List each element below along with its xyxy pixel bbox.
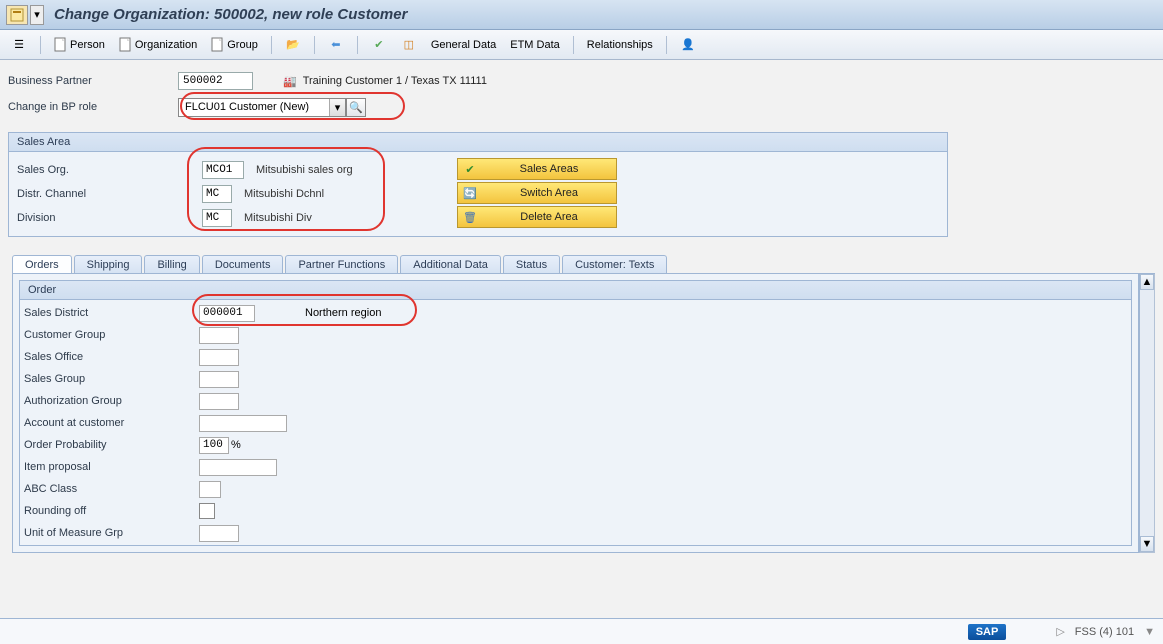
- role-dropdown[interactable]: FLCU01 Customer (New) ▾: [178, 98, 346, 117]
- rounding-off-checkbox[interactable]: [199, 503, 215, 519]
- sales-office-label: Sales Office: [24, 351, 199, 363]
- account-customer-label: Account at customer: [24, 417, 199, 429]
- rounding-off-label: Rounding off: [24, 505, 199, 517]
- role-label: Change in BP role: [8, 101, 178, 113]
- order-prob-label: Order Probability: [24, 439, 199, 451]
- division-desc: Mitsubishi Div: [244, 212, 434, 224]
- distr-channel-desc: Mitsubishi Dchnl: [244, 188, 434, 200]
- app-menu-dropdown[interactable]: ▾: [30, 5, 44, 25]
- tab-orders[interactable]: Orders: [12, 255, 72, 273]
- abc-class-label: ABC Class: [24, 483, 199, 495]
- where-used-button[interactable]: 👤: [675, 34, 701, 56]
- relationships-button[interactable]: Relationships: [582, 34, 658, 56]
- person-button[interactable]: Person: [49, 34, 110, 56]
- relationships-label: Relationships: [587, 39, 653, 51]
- scroll-down-button[interactable]: ▼: [1140, 536, 1154, 552]
- sales-office-input[interactable]: [199, 349, 239, 366]
- trash-icon: 🗑: [462, 211, 478, 224]
- factory-icon: 🏭: [283, 75, 297, 88]
- app-toolbar: ☰ Person Organization Group 📂 ⬅ ✔ ◫ Gene…: [0, 30, 1163, 60]
- account-customer-input[interactable]: [199, 415, 287, 432]
- nav-first-icon[interactable]: ▷: [1056, 625, 1064, 638]
- bp-input[interactable]: [178, 72, 253, 90]
- sales-areas-button[interactable]: ✔ Sales Areas: [457, 158, 617, 180]
- sales-area-group: Sales Area Sales Org. Mitsubishi sales o…: [8, 132, 948, 237]
- division-code[interactable]: [202, 209, 232, 227]
- group-label: Group: [227, 39, 258, 51]
- tab-additional-data[interactable]: Additional Data: [400, 255, 501, 273]
- sales-district-label: Sales District: [24, 307, 199, 319]
- bp-description: Training Customer 1 / Texas TX 11111: [303, 75, 487, 87]
- general-data-button[interactable]: General Data: [426, 34, 501, 56]
- chevron-down-icon: ▾: [329, 99, 345, 116]
- tab-customer-texts[interactable]: Customer: Texts: [562, 255, 667, 273]
- tab-shipping[interactable]: Shipping: [74, 255, 143, 273]
- check-button[interactable]: ✔: [366, 34, 392, 56]
- bp-label: Business Partner: [8, 75, 178, 87]
- order-box-title: Order: [20, 281, 1131, 300]
- tab-documents[interactable]: Documents: [202, 255, 284, 273]
- menu-button[interactable]: ☰: [6, 34, 32, 56]
- sales-area-title: Sales Area: [9, 133, 947, 152]
- page-title: Change Organization: 500002, new role Cu…: [54, 6, 407, 23]
- group-button[interactable]: Group: [206, 34, 263, 56]
- app-icon: [6, 5, 28, 25]
- scroll-up-button[interactable]: ▲: [1140, 274, 1154, 290]
- person-label: Person: [70, 39, 105, 51]
- etm-data-label: ETM Data: [510, 39, 560, 51]
- general-data-label: General Data: [431, 39, 496, 51]
- open-button[interactable]: 📂: [280, 34, 306, 56]
- panel-scrollbar[interactable]: ▲ ▼: [1139, 274, 1155, 553]
- auth-group-input[interactable]: [199, 393, 239, 410]
- switch-icon: 🔄: [462, 187, 478, 200]
- title-bar: ▾ Change Organization: 500002, new role …: [0, 0, 1163, 30]
- sales-org-desc: Mitsubishi sales org: [256, 164, 446, 176]
- delete-area-text: Delete Area: [486, 211, 612, 223]
- auth-group-label: Authorization Group: [24, 395, 199, 407]
- role-value: FLCU01 Customer (New): [179, 101, 329, 113]
- tab-partner-functions[interactable]: Partner Functions: [285, 255, 398, 273]
- tab-status[interactable]: Status: [503, 255, 560, 273]
- sales-group-input[interactable]: [199, 371, 239, 388]
- order-prob-input[interactable]: [199, 437, 229, 454]
- uom-grp-input[interactable]: [199, 525, 239, 542]
- nav-next-icon[interactable]: ▼: [1144, 626, 1155, 638]
- switch-area-text: Switch Area: [486, 187, 612, 199]
- etm-data-button[interactable]: ETM Data: [505, 34, 565, 56]
- distr-channel-label: Distr. Channel: [17, 188, 202, 200]
- item-proposal-label: Item proposal: [24, 461, 199, 473]
- organization-button[interactable]: Organization: [114, 34, 202, 56]
- abc-class-input[interactable]: [199, 481, 221, 498]
- check-icon: ✔: [462, 163, 478, 176]
- organization-label: Organization: [135, 39, 197, 51]
- delete-area-button[interactable]: 🗑 Delete Area: [457, 206, 617, 228]
- search-icon: 🔍: [349, 101, 363, 114]
- division-label: Division: [17, 212, 202, 224]
- goto-button[interactable]: ◫: [396, 34, 422, 56]
- distr-channel-code[interactable]: [202, 185, 232, 203]
- uom-grp-label: Unit of Measure Grp: [24, 527, 199, 539]
- sales-district-code[interactable]: [199, 305, 255, 322]
- orders-tab-panel: Order Sales District Northern region Cus…: [12, 274, 1139, 553]
- back-button[interactable]: ⬅: [323, 34, 349, 56]
- sales-org-label: Sales Org.: [17, 164, 202, 176]
- sales-group-label: Sales Group: [24, 373, 199, 385]
- customer-group-input[interactable]: [199, 327, 239, 344]
- item-proposal-input[interactable]: [199, 459, 277, 476]
- header-area: Business Partner 🏭 Training Customer 1 /…: [0, 60, 1163, 126]
- tab-strip: Orders Shipping Billing Documents Partne…: [12, 249, 1155, 273]
- sales-areas-text: Sales Areas: [486, 163, 612, 175]
- status-bar: SAP ▷ FSS (4) 101 ▼: [0, 618, 1163, 644]
- percent-sign: %: [231, 439, 241, 451]
- customer-group-label: Customer Group: [24, 329, 199, 341]
- switch-area-button[interactable]: 🔄 Switch Area: [457, 182, 617, 204]
- sales-district-desc: Northern region: [305, 307, 381, 319]
- tab-billing[interactable]: Billing: [144, 255, 199, 273]
- sales-org-code[interactable]: [202, 161, 244, 179]
- status-system: FSS (4) 101: [1075, 626, 1134, 638]
- sap-logo: SAP: [968, 624, 1007, 640]
- role-search-button[interactable]: 🔍: [346, 98, 366, 117]
